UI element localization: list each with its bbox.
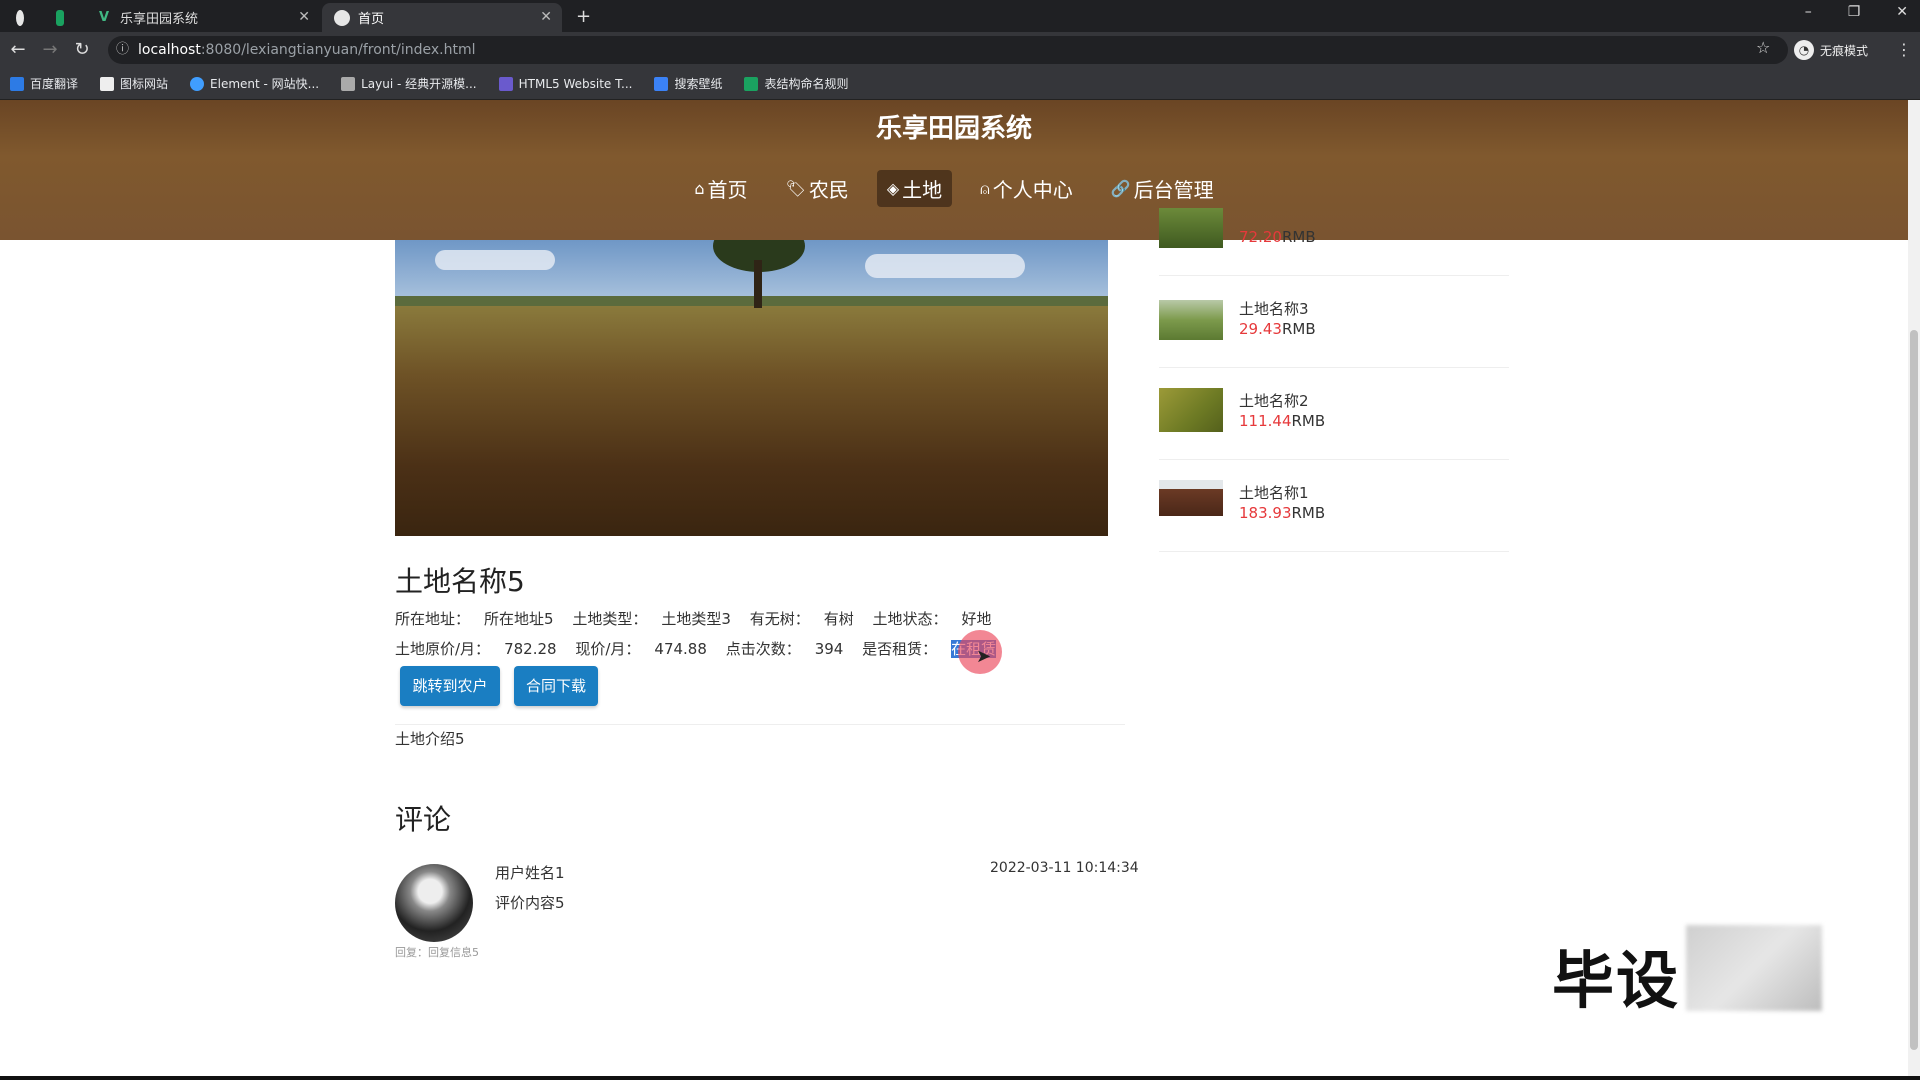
browser-tab-bar: V 乐享田园系统 ✕ 首页 ✕ + – ❐ ✕ [0, 0, 1920, 32]
incognito-icon: ◔ [1794, 40, 1814, 60]
forward-icon[interactable]: → [38, 38, 62, 62]
side-land-item[interactable]: 土地名称3 29.43RMB [1159, 276, 1509, 368]
incognito-label: 无痕模式 [1820, 43, 1869, 58]
sheet-icon [744, 76, 759, 91]
goto-farmer-button[interactable]: 跳转到农户 [400, 666, 500, 706]
user-icon: ⍝ [980, 178, 990, 198]
info-icon[interactable]: ⓘ [116, 36, 129, 64]
nav-farmer[interactable]: 🏷 农民 [776, 170, 859, 207]
comments-title: 评论 [395, 803, 452, 836]
flag-icon [100, 76, 115, 91]
side-land-item[interactable]: 72.20RMB [1159, 184, 1509, 276]
bookmark-item[interactable]: 图标网站 [100, 75, 168, 92]
nav-land[interactable]: ◈ 土地 [876, 170, 953, 207]
menu-icon[interactable]: ⋮ [1896, 40, 1912, 59]
close-icon[interactable]: ✕ [298, 9, 310, 25]
bookmark-item[interactable]: Element - 网站快... [190, 75, 319, 92]
land-thumbnail [1159, 208, 1223, 248]
land-info-line-2: 土地原价/月： 782.28 现价/月： 474.88 点击次数： 394 是否租赁：… [395, 638, 1010, 659]
land-tree: 有树 [823, 610, 854, 628]
url-input[interactable]: ⓘ localhost:8080/lexiangtianyuan/front/i… [108, 36, 1788, 64]
tab-title: 首页 [358, 12, 385, 27]
close-window-icon[interactable]: ✕ [1896, 4, 1908, 20]
tag-icon: 🏷 [785, 179, 806, 198]
site-header: 乐享田园系统 ⌂ 首页 🏷 农民 ◈ 土地 ⍝ 个人中心 🔗 后台管理 [0, 100, 1908, 240]
url-path: :8080/lexiangtianyuan/front/index.html [200, 42, 476, 58]
nav-profile[interactable]: ⍝ 个人中心 [970, 170, 1083, 207]
bookmark-star-icon[interactable]: ☆ [1756, 38, 1770, 57]
land-address: 所在地址5 [484, 610, 554, 628]
land-image [395, 240, 1108, 536]
layui-icon [341, 76, 356, 91]
tab-home[interactable]: 首页 ✕ [322, 3, 562, 32]
contract-download-button[interactable]: 合同下载 [514, 666, 598, 706]
land-thumbnail [1159, 300, 1223, 340]
home-icon: ⌂ [694, 179, 705, 198]
side-land-item[interactable]: 土地名称1 183.93RMB [1159, 460, 1509, 552]
new-tab-icon[interactable]: + [576, 6, 591, 27]
close-icon[interactable]: ✕ [540, 9, 552, 25]
html5-icon [498, 76, 513, 91]
tab-pinned-2[interactable] [44, 3, 84, 32]
click-count: 394 [814, 640, 844, 658]
land-info-line-1: 所在地址： 所在地址5 土地类型： 土地类型3 有无树： 有树 土地状态： 好地 [395, 610, 992, 628]
incognito-indicator[interactable]: ◔ 无痕模式 [1794, 36, 1868, 64]
bookmarks-bar: 百度翻译 图标网站 Element - 网站快... Layui - 经典开源模… [0, 68, 1920, 100]
blurred-watermark [1686, 925, 1822, 1011]
site-title: 乐享田园系统 [875, 114, 1032, 144]
orig-price: 782.28 [504, 640, 557, 658]
bookmark-item[interactable]: Layui - 经典开源模... [341, 75, 477, 92]
back-icon[interactable]: ← [6, 38, 30, 62]
land-type: 土地类型3 [661, 610, 731, 628]
wallpaper-icon [654, 76, 669, 91]
tab-lexiang[interactable]: V 乐享田园系统 ✕ [84, 3, 320, 32]
bookmark-item[interactable]: 搜索壁纸 [654, 75, 722, 92]
window-controls: – ❐ ✕ [1805, 4, 1908, 20]
comment-reply: 回复：回复信息5 [395, 946, 479, 959]
vue-icon: V [98, 9, 110, 25]
nav-home[interactable]: ⌂ 首页 [684, 170, 757, 207]
sheet-icon [56, 9, 64, 26]
globe-icon [16, 9, 24, 26]
bookmark-item[interactable]: 表结构命名规则 [744, 75, 848, 92]
tab-title: 乐享田园系统 [120, 12, 199, 27]
reload-icon[interactable]: ↻ [70, 38, 94, 62]
address-bar-row: ← → ↻ ⓘ localhost:8080/lexiangtianyuan/f… [0, 32, 1920, 68]
side-land-item[interactable]: 土地名称2 111.44RMB [1159, 368, 1509, 460]
restore-icon[interactable]: ❐ [1848, 4, 1861, 20]
land-thumbnail [1159, 388, 1223, 432]
avatar [395, 864, 473, 942]
land-thumbnail [1159, 480, 1223, 516]
land-intro: 土地介绍5 [395, 730, 465, 748]
bookmark-item[interactable]: 百度翻译 [10, 75, 78, 92]
translate-icon [10, 76, 24, 91]
current-price: 474.88 [654, 640, 707, 658]
tab-pinned-1[interactable] [4, 3, 44, 32]
comment-content: 评价内容5 [495, 894, 565, 912]
page-scrollbar[interactable] [1908, 100, 1920, 1080]
comment-time: 2022-03-11 10:14:34 [990, 860, 1139, 876]
cursor-icon: ➤ [976, 646, 992, 667]
scrollbar-thumb[interactable] [1910, 330, 1918, 1050]
land-title: 土地名称5 [395, 565, 525, 598]
comment-user: 用户姓名1 [495, 864, 565, 882]
minimize-icon[interactable]: – [1805, 4, 1812, 20]
divider [395, 724, 1125, 725]
url-host: localhost [138, 42, 201, 58]
element-icon [190, 76, 205, 91]
link-icon: 🔗 [1110, 179, 1131, 198]
bookmark-item[interactable]: HTML5 Website T... [498, 76, 632, 91]
main-nav: ⌂ 首页 🏷 农民 ◈ 土地 ⍝ 个人中心 🔗 后台管理 [0, 170, 1908, 207]
watermark-text: 毕设 [1552, 944, 1681, 1017]
layers-icon: ◈ [886, 179, 900, 198]
land-status: 好地 [961, 610, 992, 628]
globe-icon [334, 9, 350, 26]
